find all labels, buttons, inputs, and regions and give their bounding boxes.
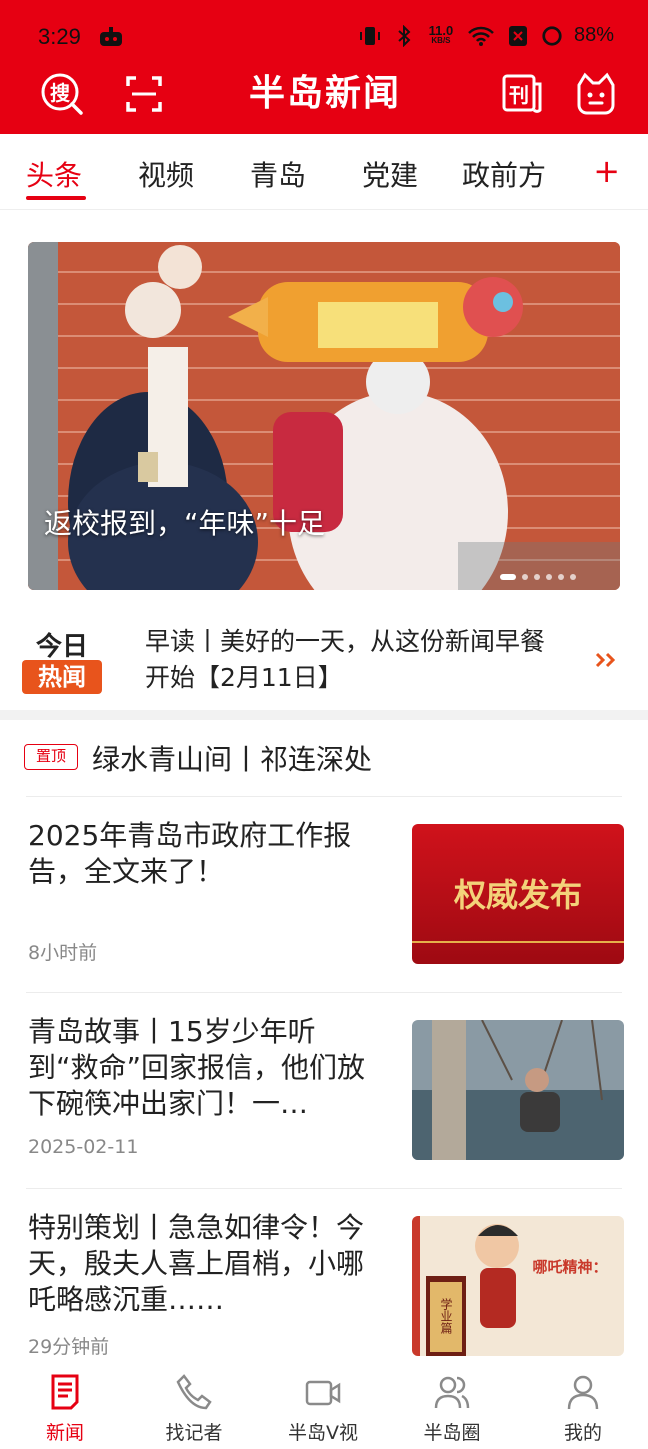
robot-status-icon bbox=[100, 27, 122, 46]
article-time: 29分钟前 bbox=[28, 1336, 110, 1358]
nav-label: 找记者 bbox=[165, 1422, 223, 1444]
status-time: 3:29 bbox=[38, 24, 81, 49]
rescue-photo bbox=[412, 1020, 624, 1160]
carousel-dot bbox=[534, 574, 540, 580]
thumbnail-text: 哪吒精神： bbox=[532, 1258, 607, 1276]
list-item[interactable]: 2025年青岛市政府工作报告，全文来了！ 8小时前 权威发布 bbox=[0, 796, 648, 992]
news-icon bbox=[51, 1374, 79, 1410]
active-tab-indicator bbox=[26, 196, 86, 200]
article-title: 青岛故事丨15岁少年听到“救命”回家报信，他们放下碗筷冲出家门！一… bbox=[28, 1015, 366, 1120]
video-icon bbox=[305, 1380, 341, 1406]
nav-news[interactable]: 新闻 bbox=[10, 1372, 120, 1445]
bluetooth-icon bbox=[398, 24, 411, 47]
mascot-button[interactable] bbox=[570, 68, 622, 120]
paper-label: 刊 bbox=[509, 83, 529, 107]
chevron-double-right-icon bbox=[595, 652, 616, 668]
article-title: 特别策划丨急急如律令！今天，殷夫人喜上眉梢，小哪吒略感沉重…… bbox=[28, 1211, 365, 1316]
carousel-dots bbox=[500, 574, 576, 580]
pinned-badge: 置顶 bbox=[24, 744, 78, 770]
article-time: 8小时前 bbox=[28, 942, 98, 964]
article-thumbnail: 权威发布 bbox=[412, 824, 624, 964]
nav-label: 半岛圈 bbox=[423, 1422, 481, 1444]
pinned-title: 绿水青山间丨祁连深处 bbox=[92, 743, 373, 776]
speed-value: 11.0 bbox=[428, 22, 454, 38]
carousel-dot bbox=[570, 574, 576, 580]
hot-badge-top: 今日 bbox=[35, 632, 88, 662]
search-label: 搜 bbox=[50, 81, 71, 105]
section-divider bbox=[0, 710, 648, 720]
bottom-navigation: 新闻 找记者 半岛V视 半岛圈 我的 bbox=[0, 1364, 648, 1449]
top-bar: 搜 半岛新闻 刊 bbox=[0, 62, 648, 132]
nav-find-reporter[interactable]: 找记者 bbox=[139, 1372, 249, 1445]
nav-community[interactable]: 半岛圈 bbox=[397, 1372, 507, 1445]
app-logo: 半岛新闻 bbox=[248, 73, 401, 114]
article-title: 2025年青岛市政府工作报告，全文来了！ bbox=[28, 819, 352, 888]
carousel-dot bbox=[500, 574, 516, 580]
status-right: 11.0 KB/S 88% bbox=[358, 24, 614, 47]
banner-caption: 返校报到，“年味”十足 bbox=[44, 507, 326, 540]
carousel-dot bbox=[522, 574, 528, 580]
search-icon: 搜 bbox=[41, 73, 83, 115]
thumbnail-text: 权威发布 bbox=[453, 876, 582, 914]
robot-icon bbox=[577, 72, 615, 115]
wifi-icon bbox=[468, 26, 494, 46]
battery-icon bbox=[542, 25, 562, 46]
hot-news-text: 早读丨美好的一天，从这份新闻早餐开始【2月11日】 bbox=[145, 627, 546, 692]
hot-news-row[interactable]: 今日 热闻 早读丨美好的一天，从这份新闻早餐开始【2月11日】 bbox=[0, 610, 648, 710]
banner-carousel[interactable]: 返校报到，“年味”十足 bbox=[28, 242, 620, 590]
tab-qingdao[interactable]: 青岛 bbox=[250, 154, 306, 194]
nav-label: 半岛V视 bbox=[288, 1422, 358, 1444]
channel-tabs: 头条 视频 青岛 党建 政前方 + bbox=[0, 134, 648, 210]
battery-percent: 88% bbox=[573, 24, 614, 46]
nezha-poster: 哪吒精神： 学业篇 bbox=[412, 1216, 624, 1356]
article-thumbnail bbox=[412, 1020, 624, 1160]
tab-video[interactable]: 视频 bbox=[138, 154, 194, 194]
scan-button[interactable] bbox=[118, 68, 170, 120]
carousel-dot bbox=[546, 574, 552, 580]
sim-icon bbox=[508, 25, 527, 46]
carousel-dot bbox=[558, 574, 564, 580]
thumbnail-scroll-text: 学业篇 bbox=[439, 1297, 453, 1334]
newspaper-button[interactable]: 刊 bbox=[496, 68, 548, 120]
tab-headlines[interactable]: 头条 bbox=[26, 154, 82, 194]
newspaper-icon: 刊 bbox=[502, 74, 542, 113]
pinned-article[interactable]: 置顶 绿水青山间丨祁连深处 bbox=[0, 720, 648, 796]
nav-video[interactable]: 半岛V视 bbox=[268, 1372, 378, 1445]
nav-label: 新闻 bbox=[45, 1422, 84, 1444]
article-date: 2025-02-11 bbox=[28, 1136, 139, 1158]
tab-government[interactable]: 政前方 bbox=[462, 154, 546, 194]
hot-badge-bottom: 热闻 bbox=[22, 660, 102, 694]
community-icon bbox=[434, 1376, 470, 1409]
nav-label: 我的 bbox=[563, 1422, 602, 1444]
app-header: 3:29 11.0 KB/S 88% 搜 半岛新闻 刊 bbox=[0, 0, 648, 134]
vibrate-icon bbox=[359, 26, 380, 45]
phone-icon bbox=[176, 1374, 212, 1410]
add-channel-button[interactable]: + bbox=[593, 152, 620, 190]
scan-icon bbox=[126, 76, 162, 112]
list-item[interactable]: 特别策划丨急急如律令！今天，殷夫人喜上眉梢，小哪吒略感沉重…… 29分钟前 哪吒… bbox=[0, 1188, 648, 1364]
network-speed: 11.0 KB/S bbox=[426, 22, 456, 46]
tab-party[interactable]: 党建 bbox=[362, 154, 418, 194]
article-thumbnail: 哪吒精神： 学业篇 bbox=[412, 1216, 624, 1356]
list-item[interactable]: 青岛故事丨15岁少年听到“救命”回家报信，他们放下碗筷冲出家门！一… 2025-… bbox=[0, 992, 648, 1188]
hot-news-badge: 今日 热闻 bbox=[22, 626, 102, 698]
search-button[interactable]: 搜 bbox=[36, 68, 88, 120]
profile-icon bbox=[567, 1375, 599, 1410]
official-release-image: 权威发布 bbox=[412, 824, 624, 964]
nav-profile[interactable]: 我的 bbox=[528, 1372, 638, 1445]
